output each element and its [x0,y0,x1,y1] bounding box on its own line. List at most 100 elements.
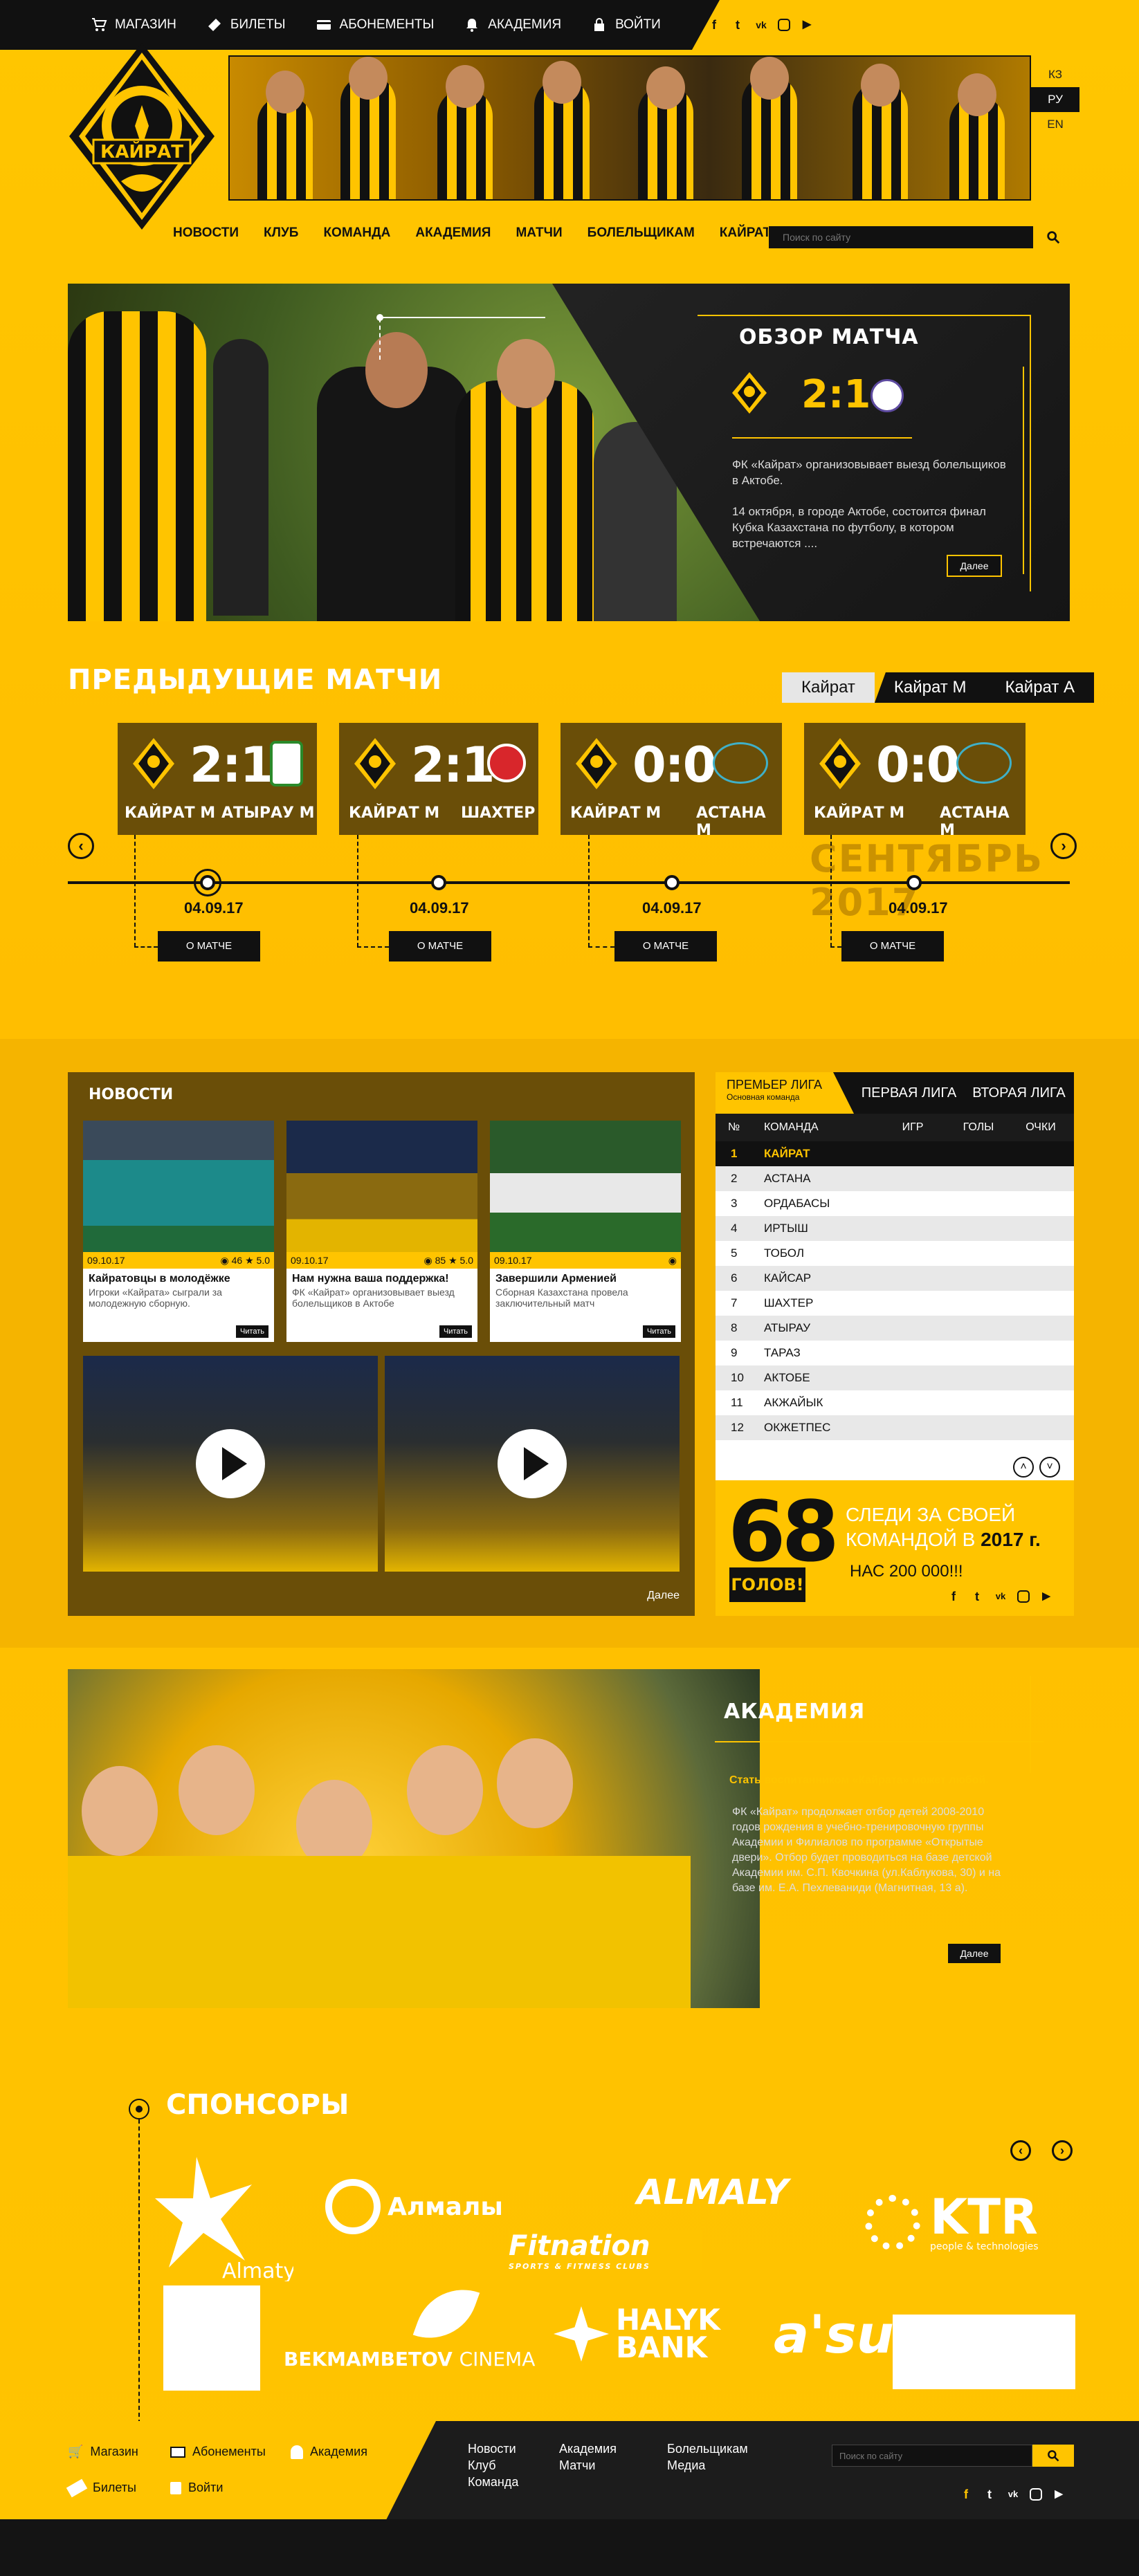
youtube-icon[interactable]: ▶ [1039,1590,1053,1603]
instagram-icon[interactable] [1017,1590,1030,1603]
almaly-logo[interactable]: Алмалы [325,2179,503,2234]
tab-first-league[interactable]: ПЕРВАЯ ЛИГА [854,1072,964,1114]
scroll-down-button[interactable]: ˅ [1039,1457,1060,1478]
match-card[interactable]: 0:0 КАЙРАТ М АСТАНА М [561,723,782,839]
twitter-icon[interactable]: t [731,18,745,32]
youtube-icon[interactable]: ▶ [1052,2487,1066,2501]
about-match-button[interactable]: О МАТЧЕ [389,931,491,962]
top-nav-academy[interactable]: АКАДЕМИЯ [463,17,561,33]
scroll-up-button[interactable]: ˄ [1013,1457,1034,1478]
footer-tickets[interactable]: Билеты [66,2478,136,2497]
ktr-logo[interactable]: KTR people & technologies [865,2193,1039,2252]
lang-ru[interactable]: РУ [1031,87,1079,112]
top-nav-shop[interactable]: МАГАЗИН [90,17,176,33]
match-card[interactable]: 0:0 КАЙРАТ М АСТАНА М [804,723,1026,839]
sponsor-placeholder[interactable] [163,2285,260,2391]
footer-search-input[interactable] [832,2445,1032,2467]
instagram-icon[interactable] [1030,2488,1042,2501]
facebook-icon[interactable]: f [707,18,721,32]
vk-icon[interactable]: vk [994,1590,1008,1603]
search-button[interactable] [1034,226,1073,249]
about-match-button[interactable]: О МАТЧЕ [841,931,944,962]
read-button[interactable]: Читать [642,1325,675,1338]
sponsors-next-button[interactable]: › [1052,2140,1073,2161]
top-nav-subscriptions[interactable]: АБОНЕМЕНТЫ [315,17,434,33]
footer-link-news[interactable]: Новости [468,2440,518,2457]
footer-search-button[interactable] [1032,2445,1074,2467]
timeline-dot[interactable] [664,875,680,890]
sponsors-prev-button[interactable]: ‹ [1010,2140,1031,2161]
facebook-icon[interactable]: f [959,2487,973,2501]
footer-link-fans[interactable]: Болельщикам [667,2440,748,2457]
footer-link-team[interactable]: Команда [468,2474,518,2490]
about-match-button[interactable]: О МАТЧЕ [614,931,717,962]
timeline-dot[interactable] [431,875,446,890]
news-card[interactable]: 09.10.17 ◉ 85 ★ 5.0 Нам нужна ваша поддер… [286,1121,477,1342]
instagram-icon[interactable] [778,19,790,31]
news-card[interactable]: 09.10.17 ◉ 46 ★ 5.0 Кайратовцы в молодёжк… [83,1121,274,1342]
twitter-icon[interactable]: t [983,2487,996,2501]
next-arrow-button[interactable]: › [1050,833,1077,859]
nav-club[interactable]: КЛУБ [264,226,298,241]
table-row[interactable]: 12 ОКЖЕТПЕС [716,1415,1074,1440]
timeline-dot[interactable] [200,875,215,890]
twitter-icon[interactable]: t [970,1590,984,1603]
top-nav-tickets[interactable]: БИЛЕТЫ [206,17,286,33]
club-logo[interactable]: КАЙРАТ [66,43,218,230]
lang-kz[interactable]: КЗ [1031,62,1079,87]
top-nav-login[interactable]: ВОЙТИ [590,17,661,33]
tab-second-league[interactable]: ВТОРАЯ ЛИГА [964,1072,1074,1114]
match-card[interactable]: 2:1 КАЙРАТ М ШАХТЕР [339,723,538,835]
about-match-button[interactable]: О МАТЧЕ [158,931,260,962]
footer-link-academy[interactable]: Академия [559,2440,617,2457]
read-button[interactable]: Читать [235,1325,268,1338]
nav-academy[interactable]: АКАДЕМИЯ [415,226,491,241]
table-row[interactable]: 6 КАЙСАР [716,1266,1074,1291]
timeline-dot[interactable] [906,875,922,890]
footer-link-media[interactable]: Медиа [667,2457,748,2474]
nav-matches[interactable]: МАТЧИ [516,226,562,241]
nav-fans[interactable]: БОЛЕЛЬЩИКАМ [587,226,695,241]
footer-link-matches[interactable]: Матчи [559,2457,617,2474]
tab-premier-league[interactable]: ПРЕМЬЕР ЛИГА Основная команда [716,1072,854,1114]
footer-shop[interactable]: 🛒 Магазин [68,2445,138,2459]
table-row[interactable]: 2 АСТАНА [716,1166,1074,1191]
table-row[interactable]: 7 ШАХТЕР [716,1291,1074,1316]
footer-link-club[interactable]: Клуб [468,2457,518,2474]
academy-more-button[interactable]: Далее [947,1942,1002,1965]
nav-news[interactable]: НОВОСТИ [173,226,239,241]
hero-more-button[interactable]: Далее [947,555,1002,577]
table-row[interactable]: 8 АТЫРАУ [716,1316,1074,1341]
table-row[interactable]: 11 АКЖАЙЫК [716,1390,1074,1415]
read-button[interactable]: Читать [439,1325,472,1338]
play-icon[interactable] [498,1429,567,1498]
facebook-icon[interactable]: f [947,1590,960,1603]
news-card[interactable]: 09.10.17 ◉ Завершили Арменией Сборная Каз… [490,1121,681,1342]
play-icon[interactable] [196,1429,265,1498]
tab-kairat[interactable]: Кайрат [782,672,875,703]
video-tile[interactable] [385,1356,680,1572]
footer-login[interactable]: Войти [170,2481,223,2495]
news-more-link[interactable]: Далее [647,1590,680,1602]
o-almaly-logo[interactable]: ALMALY [637,2172,788,2212]
nav-team[interactable]: КОМАНДА [323,226,390,241]
halyk-logo[interactable]: HALYK BANK [554,2306,720,2362]
match-card[interactable]: 2:1 КАЙРАТ М АТЫРАУ М [118,723,317,835]
footer-subscriptions[interactable]: Абонементы [170,2445,266,2459]
table-row[interactable]: 9 ТАРАЗ [716,1341,1074,1365]
tab-kairat-a[interactable]: Кайрат А [985,672,1095,703]
almaty-logo[interactable]: Almaty [155,2157,293,2281]
table-row[interactable]: 1 КАЙРАТ [716,1141,1074,1166]
table-row[interactable]: 10 АКТОБЕ [716,1365,1074,1390]
footer-academy[interactable]: Академия [291,2445,367,2459]
table-row[interactable]: 5 ТОБОЛ [716,1241,1074,1266]
search-input[interactable] [768,226,1034,249]
sponsor-placeholder[interactable] [893,2315,1075,2389]
lang-en[interactable]: EN [1031,112,1079,137]
tab-kairat-m[interactable]: Кайрат М [874,672,986,703]
bekmambetov-logo[interactable]: BEKMAMBETOV CINEMA [284,2348,535,2371]
vk-icon[interactable]: vk [1006,2487,1020,2501]
fitnation-logo[interactable]: Fitnation SPORTS & FITNESS CLUBS [509,2230,702,2271]
table-row[interactable]: 3 ОРДАБАСЫ [716,1191,1074,1216]
prev-arrow-button[interactable]: ‹ [68,833,94,859]
